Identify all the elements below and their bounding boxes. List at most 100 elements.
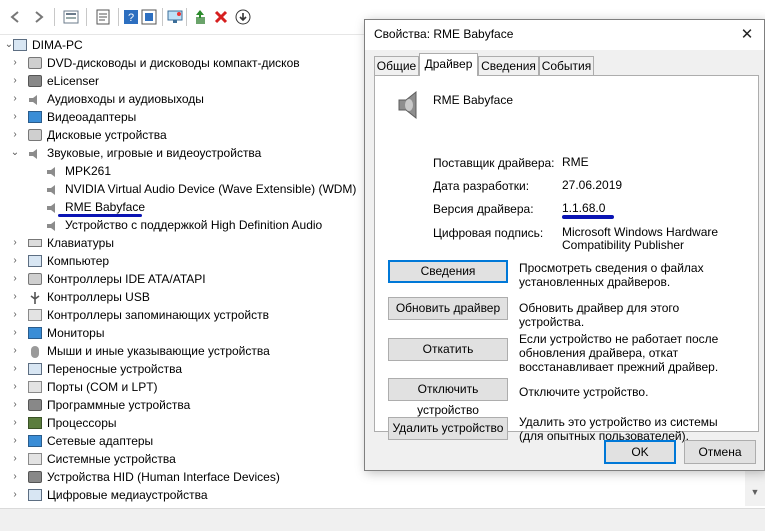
ok-button[interactable]: OK [604,440,676,464]
disk-drive-icon [28,129,42,141]
category-label: Клавиатуры [47,236,114,250]
ide-controller-icon [28,273,42,285]
roll-back-driver-desc: Если устройство не работает после обновл… [519,332,719,374]
tree-category[interactable]: › Аудиовходы и аудиовыходы [0,90,360,108]
root-label: DIMA-PC [32,38,83,52]
disable-icon[interactable] [234,8,252,26]
back-icon[interactable] [6,8,24,26]
tree-category[interactable]: › Системные устройства [0,450,360,468]
display-adapter-icon [28,111,42,123]
chevron-right-icon[interactable]: › [10,450,20,468]
chevron-right-icon[interactable]: › [10,108,20,126]
tab-events[interactable]: События [539,56,594,75]
show-hide-icon[interactable] [62,8,80,26]
tab-general[interactable]: Общие [374,56,419,75]
forward-icon[interactable] [30,8,48,26]
uninstall-device-button[interactable]: Удалить устройство [388,417,508,440]
dialog-titlebar[interactable]: Свойства: RME Babyface ✕ [365,20,764,50]
chevron-right-icon[interactable]: › [10,396,20,414]
roll-back-driver-button[interactable]: Откатить [388,338,508,361]
elicenser-icon [28,75,42,87]
monitor-scan-icon[interactable] [166,8,184,26]
tree-device[interactable]: Устройство с поддержкой High Definition … [0,216,360,234]
digital-signer-value: Microsoft Windows Hardware Compatibility… [562,225,719,252]
update-driver-icon[interactable] [191,8,209,26]
tree-category[interactable]: › Цифровые медиаустройства [0,486,360,504]
view-icon[interactable] [140,8,158,26]
driver-date-value: 27.06.2019 [562,178,623,192]
chevron-right-icon[interactable]: › [10,234,20,252]
tree-category[interactable]: › DVD-дисководы и дисководы компакт-диск… [0,54,360,72]
cancel-button[interactable]: Отмена [684,440,756,464]
tree-root[interactable]: ⌄ DIMA-PC [0,36,360,54]
chevron-down-icon[interactable]: ⌄ [10,144,20,162]
speaker-icon [46,165,60,177]
category-label: eLicenser [47,74,100,88]
chevron-right-icon[interactable]: › [10,72,20,90]
tree-category[interactable]: › eLicenser [0,72,360,90]
uninstall-device-desc: Удалить это устройство из системы (для о… [519,415,718,443]
category-label: Контроллеры IDE ATA/ATAPI [47,272,206,286]
tree-device[interactable]: NVIDIA Virtual Audio Device (Wave Extens… [0,180,360,198]
scroll-down-icon[interactable]: ▼ [749,486,761,498]
device-name: RME Babyface [433,93,514,107]
tree-category[interactable]: › Процессоры [0,414,360,432]
monitor-icon [28,327,42,339]
tree-category[interactable]: › Дисковые устройства [0,126,360,144]
uninstall-icon[interactable] [212,8,230,26]
chevron-right-icon[interactable]: › [10,90,20,108]
category-label: Звуковые, игровые и видеоустройства [47,146,262,160]
storage-controller-icon [28,309,42,321]
tree-device-selected[interactable]: RME Babyface [0,198,360,216]
tree-category[interactable]: › Контроллеры IDE ATA/ATAPI [0,270,360,288]
chevron-right-icon[interactable]: › [10,414,20,432]
tree-category-expanded[interactable]: ⌄ Звуковые, игровые и видеоустройства [0,144,360,162]
tree-category[interactable]: › Компьютер [0,252,360,270]
tree-category[interactable]: › Сетевые адаптеры [0,432,360,450]
chevron-right-icon[interactable]: › [10,324,20,342]
status-bar [0,508,765,531]
chevron-right-icon[interactable]: › [10,252,20,270]
tree-category[interactable]: › Переносные устройства [0,360,360,378]
tab-driver[interactable]: Драйвер [419,53,478,76]
driver-date-label: Дата разработки: [433,179,530,193]
tree-category[interactable]: › Видеоадаптеры [0,108,360,126]
tree-category[interactable]: › Мыши и иные указывающие устройства [0,342,360,360]
speaker-icon [397,90,423,120]
chevron-right-icon[interactable]: › [10,288,20,306]
driver-details-button[interactable]: Сведения [388,260,508,283]
chevron-right-icon[interactable]: › [10,486,20,504]
tree-category[interactable]: › Программные устройства [0,396,360,414]
chevron-right-icon[interactable]: › [10,54,20,72]
chevron-right-icon[interactable]: › [10,126,20,144]
help-icon[interactable]: ? [122,8,140,26]
digital-signer-label: Цифровая подпись: [433,226,544,240]
tree-category[interactable]: › Порты (COM и LPT) [0,378,360,396]
tree-category[interactable]: › Устройства HID (Human Interface Device… [0,468,360,486]
driver-provider-label: Поставщик драйвера: [433,156,555,170]
category-label: Переносные устройства [47,362,183,376]
tab-details[interactable]: Сведения [478,56,539,75]
update-driver-button[interactable]: Обновить драйвер [388,297,508,320]
tree-category[interactable]: › Контроллеры запоминающих устройств [0,306,360,324]
speaker-icon [28,147,42,159]
chevron-right-icon[interactable]: › [10,270,20,288]
chevron-right-icon[interactable]: › [10,468,20,486]
chevron-right-icon[interactable]: › [10,432,20,450]
chevron-right-icon[interactable]: › [10,378,20,396]
tree-category[interactable]: › Мониторы [0,324,360,342]
chevron-right-icon[interactable]: › [10,360,20,378]
svg-text:?: ? [128,12,134,24]
properties-icon[interactable] [94,8,112,26]
chevron-right-icon[interactable]: › [10,306,20,324]
disable-device-button[interactable]: Отключить устройство [388,378,508,417]
dialog-title: Свойства: RME Babyface [374,27,514,41]
properties-dialog: Свойства: RME Babyface ✕ Общие Драйвер С… [364,19,765,471]
close-icon[interactable]: ✕ [730,20,764,49]
tree-category[interactable]: › Клавиатуры [0,234,360,252]
tree-category[interactable]: › Контроллеры USB [0,288,360,306]
tree-device[interactable]: MPK261 [0,162,360,180]
category-label: Мониторы [47,326,105,340]
chevron-right-icon[interactable]: › [10,342,20,360]
category-label: Мыши и иные указывающие устройства [47,344,270,358]
